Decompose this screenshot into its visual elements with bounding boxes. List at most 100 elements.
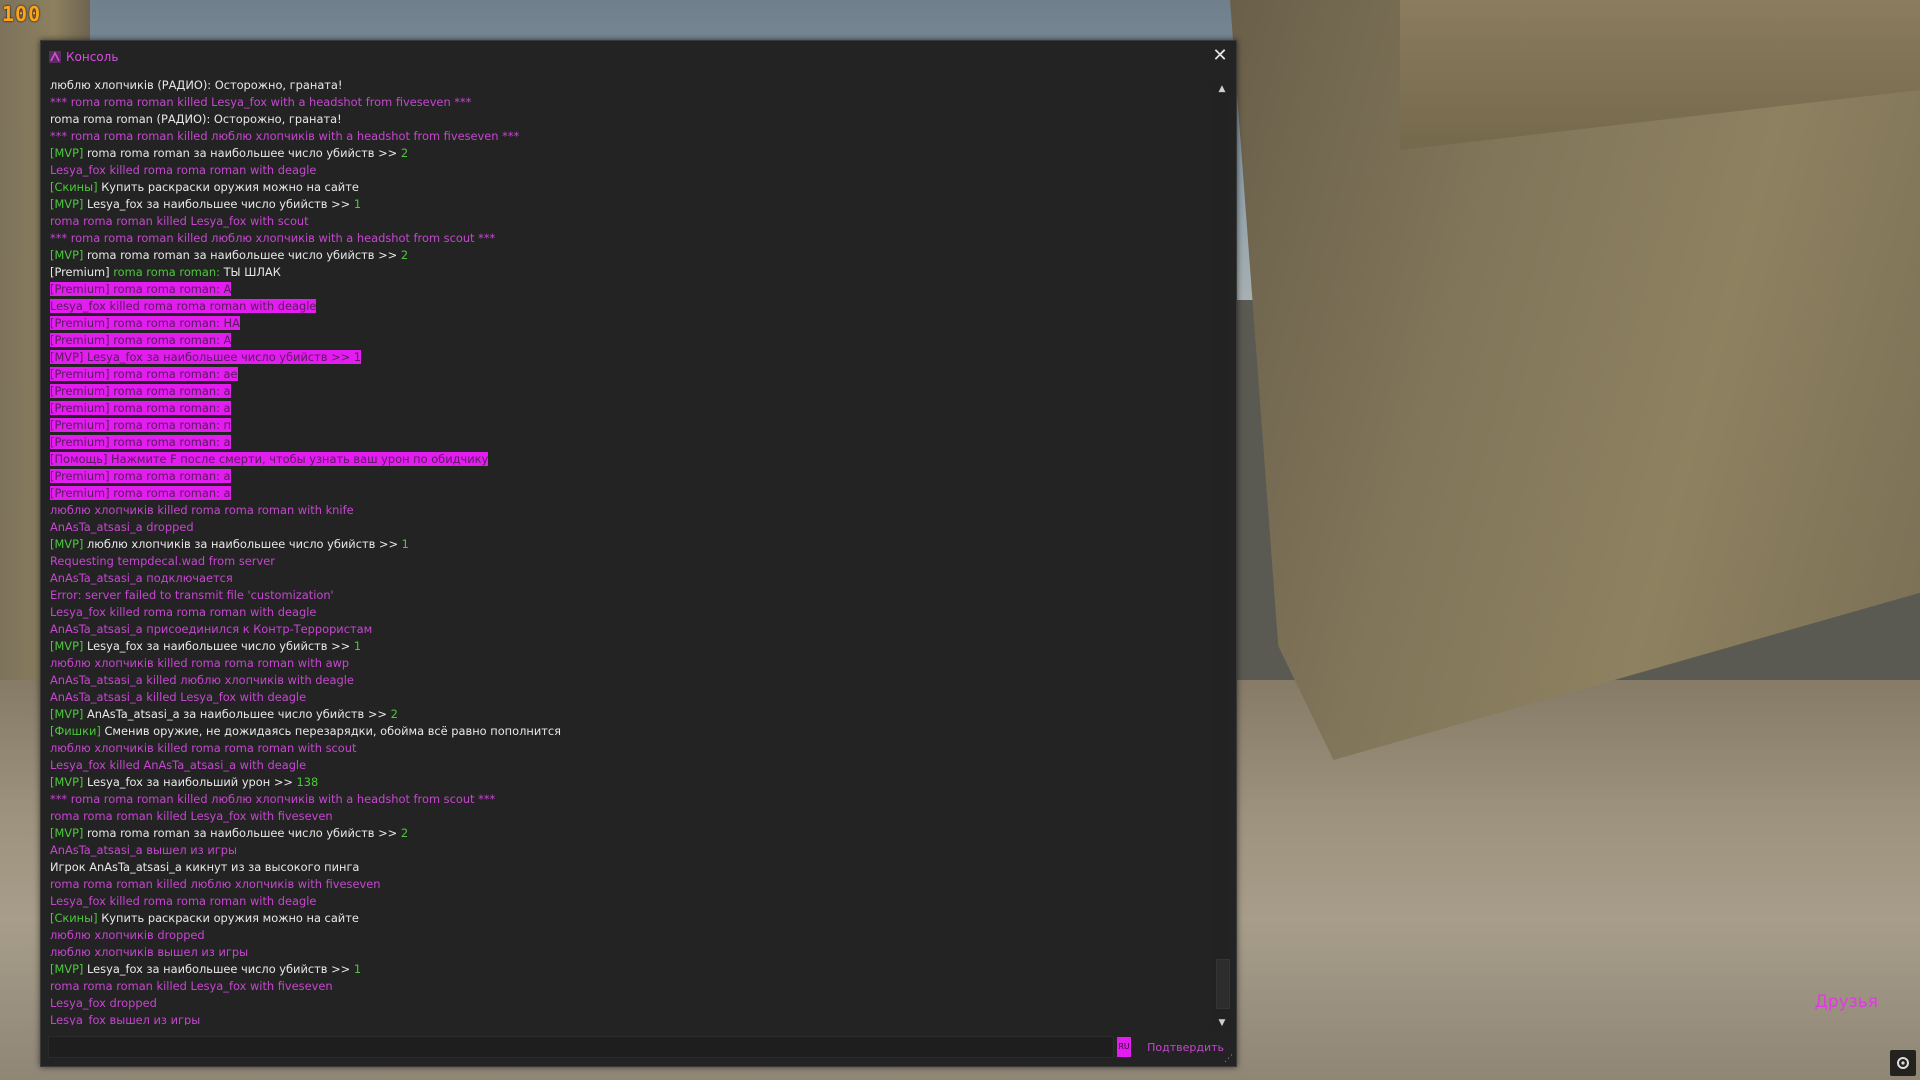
console-line-segment: roma roma roman: [113, 265, 224, 279]
console-line-segment: roma roma roman killed любл‍ю хлопчиків … [50, 877, 381, 891]
console-line-segment: любл‍ю хлопчиків killed roma roma roman … [50, 741, 357, 755]
console-line: [Premium] roma roma roman: A [48, 281, 1208, 298]
console-line-segment: любл‍ю хлопчиків killed roma roma roman … [50, 656, 350, 670]
console-line-segment: 138 [296, 775, 319, 789]
console-line-segment: AnAsTa_atsasi_a killed любл‍ю хлопчиків … [50, 673, 354, 687]
console-line: Requesting tempdecal.wad from server [48, 553, 1208, 570]
console-line: roma roma roman killed Lesya_fox with sc… [48, 213, 1208, 230]
scrollbar[interactable]: ▲ ▼ [1214, 81, 1230, 1031]
console-line-segment: [MVP] [50, 146, 87, 160]
console-line-segment: Lesya_fox за наибольшее число убийств >> [87, 197, 354, 211]
title-bar[interactable]: Консоль ✕ [41, 41, 1236, 73]
language-badge: RU [1117, 1037, 1132, 1057]
console-input[interactable] [48, 1036, 1115, 1058]
health-indicator: 100 [2, 2, 42, 26]
console-line-segment: AnAsTa_atsasi_a подключается [50, 571, 233, 585]
console-line-segment: [MVP] Lesya_fox за наибольшее число убий… [50, 350, 362, 364]
console-line-segment: AnAsTa_atsasi_a за наибольшее число убий… [87, 707, 391, 721]
console-line: [MVP] Lesya_fox за наибольшее число убий… [48, 961, 1208, 978]
console-line: AnAsTa_atsasi_a killed любл‍ю хлопчиків … [48, 672, 1208, 689]
console-line: Lesya_fox dropped [48, 995, 1208, 1012]
console-line-segment: roma roma roman killed Lesya_fox with fi… [50, 979, 333, 993]
console-line-segment: AnAsTa_atsasi_a вышел из игры [50, 843, 237, 857]
console-line-segment: [Premium] roma roma roman: п [50, 418, 231, 432]
console-line: [Скины] Купить раскраски оружия можно на… [48, 179, 1208, 196]
console-line-segment: любл‍ю хлопчиків dropped [50, 928, 205, 942]
console-line-segment: [Premium] roma roma roman: a [50, 469, 231, 483]
console-line: *** roma roma roman killed Lesya_fox wit… [48, 94, 1208, 111]
friends-label[interactable]: Друзья [1815, 992, 1878, 1012]
console-line: AnAsTa_atsasi_a killed Lesya_fox with de… [48, 689, 1208, 706]
close-button[interactable]: ✕ [1211, 47, 1229, 65]
console-line: любл‍ю хлопчиків killed roma roma roman … [48, 655, 1208, 672]
settings-icon[interactable] [1890, 1050, 1916, 1076]
console-line: [Premium] roma roma roman: a [48, 400, 1208, 417]
console-app-icon [48, 50, 62, 64]
console-line-segment: *** roma roma roman killed любл‍ю хлопчи… [50, 792, 496, 806]
console-line: [MVP] Lesya_fox за наибольшее число убий… [48, 349, 1208, 366]
console-line-segment: roma roma roman killed Lesya_fox with sc… [50, 214, 309, 228]
console-line: *** roma roma roman killed любл‍ю хлопчи… [48, 128, 1208, 145]
console-line-segment: любл‍ю хлопчиків за наибольшее число уби… [87, 537, 402, 551]
console-line: [MVP] roma roma roman за наибольшее числ… [48, 145, 1208, 162]
console-window: Консоль ✕ любл‍ю хлопчиків (РАДИО): Осто… [40, 40, 1237, 1067]
console-log: любл‍ю хлопчиків (РАДИО): Осторожно, гра… [48, 77, 1208, 1025]
console-line: Lesya_fox вышел из игры [48, 1012, 1208, 1025]
console-line-segment: *** roma roma roman killed Lesya_fox wit… [50, 95, 472, 109]
console-line: Lesya_fox killed roma roma roman with de… [48, 604, 1208, 621]
console-line: любл‍ю хлопчиків killed roma roma roman … [48, 502, 1208, 519]
console-line: любл‍ю хлопчиків (РАДИО): Осторожно, гра… [48, 77, 1208, 94]
console-line-segment: [Premium] roma roma roman: a [50, 435, 231, 449]
console-line-segment: любл‍ю хлопчиків killed roma roma roman … [50, 503, 354, 517]
console-line: любл‍ю хлопчиків dropped [48, 927, 1208, 944]
console-line-segment: 1 [353, 639, 362, 653]
console-line: Lesya_fox killed AnAsTa_atsasi_a with de… [48, 757, 1208, 774]
console-line-segment: roma roma roman (РАДИО): Осторожно, гран… [50, 112, 342, 126]
console-line-segment: [Premium] roma roma roman: a [50, 486, 231, 500]
chevron-up-icon[interactable]: ▲ [1214, 81, 1230, 97]
console-line: [Скины] Купить раскраски оружия можно на… [48, 910, 1208, 927]
resize-grip-icon[interactable]: ⋰ [1224, 1054, 1234, 1064]
console-line: [Premium] roma roma roman: a [48, 485, 1208, 502]
console-line-segment: 2 [400, 146, 409, 160]
scroll-thumb[interactable] [1216, 959, 1230, 1009]
console-line: roma roma roman killed Lesya_fox with fi… [48, 808, 1208, 825]
window-title: Консоль [66, 50, 119, 64]
console-line: [Premium] roma roma roman: a [48, 383, 1208, 400]
console-line: [Premium] roma roma roman: НА [48, 315, 1208, 332]
console-line-segment: [Premium] roma roma roman: НА [50, 316, 240, 330]
console-line-segment: [MVP] [50, 248, 87, 262]
console-line: Lesya_fox killed roma roma roman with de… [48, 298, 1208, 315]
console-line: [Premium] roma roma roman: ae [48, 366, 1208, 383]
console-line: [MVP] roma roma roman за наибольшее числ… [48, 247, 1208, 264]
chevron-down-icon[interactable]: ▼ [1214, 1015, 1230, 1031]
console-line-segment: roma roma roman за наибольшее число убий… [87, 146, 401, 160]
console-line-segment: Error: server failed to transmit file 'c… [50, 588, 334, 602]
console-line-segment: [Скины] [50, 911, 102, 925]
console-line-segment: *** roma roma roman killed любл‍ю хлопчи… [50, 231, 496, 245]
console-line-segment: 1 [353, 197, 362, 211]
console-line: любл‍ю хлопчиків killed roma roma roman … [48, 740, 1208, 757]
console-line-segment: Игрок AnAsTa_atsasi_a кикнут из за высок… [50, 860, 360, 874]
console-line-segment: [Скины] [50, 180, 102, 194]
console-line-segment: Requesting tempdecal.wad from server [50, 554, 275, 568]
console-line-segment: AnAsTa_atsasi_a killed Lesya_fox with de… [50, 690, 307, 704]
console-line: [Premium] roma roma roman: a [48, 434, 1208, 451]
console-line: [Premium] roma roma roman: a [48, 468, 1208, 485]
console-line: [Фишки] Сменив оружие, не дожидаясь пере… [48, 723, 1208, 740]
console-line-segment: 2 [400, 826, 409, 840]
console-line-segment: AnAsTa_atsasi_a присоединился к Контр-Те… [50, 622, 373, 636]
console-line-segment: 2 [400, 248, 409, 262]
console-line-segment: ТЫ ШЛАК [223, 265, 281, 279]
console-line: roma roma roman killed любл‍ю хлопчиків … [48, 876, 1208, 893]
console-line-segment: Lesya_fox killed roma roma roman with de… [50, 163, 317, 177]
console-line: roma roma roman killed Lesya_fox with fi… [48, 978, 1208, 995]
input-row: RU Подтвердить [48, 1036, 1230, 1058]
confirm-button[interactable]: Подтвердить [1141, 1041, 1230, 1054]
console-line-segment: любл‍ю хлопчиків вышел из игры [50, 945, 249, 959]
console-line-segment: 2 [390, 707, 398, 721]
console-line-segment: Lesya_fox за наибольшее число убийств >> [87, 639, 354, 653]
console-line-segment: [MVP] [50, 962, 87, 976]
console-line-segment: Lesya_fox вышел из игры [50, 1013, 201, 1025]
console-line-segment: Купить раскраски оружия можно на сайте [101, 180, 359, 194]
